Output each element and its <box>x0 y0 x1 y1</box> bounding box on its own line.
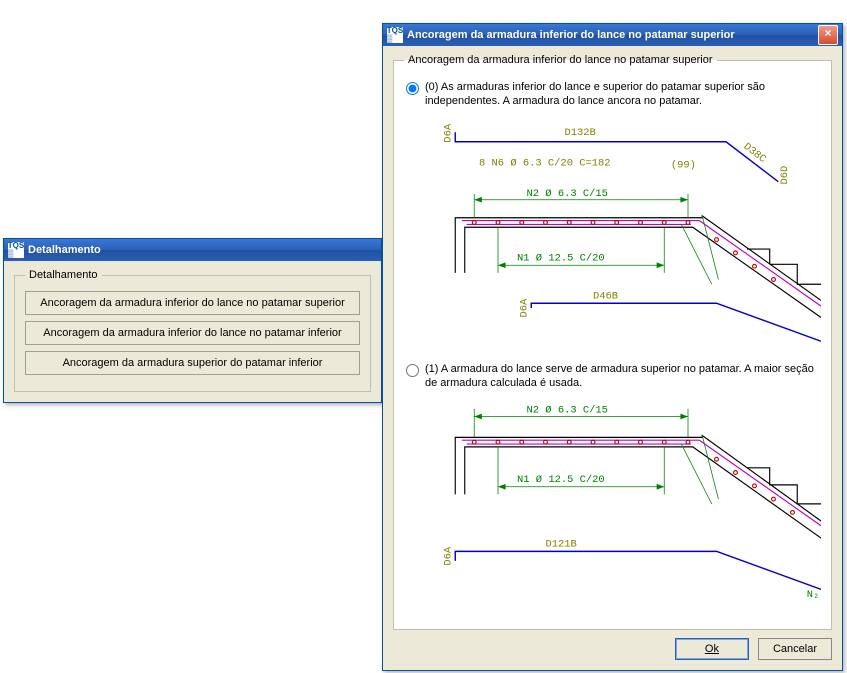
d1-lower-side: D6A <box>443 546 455 566</box>
d0-lower-side: D6A <box>519 298 531 318</box>
ancoragem-group: Ancoragem da armadura inferior do lance … <box>393 54 832 630</box>
option-1-radio[interactable] <box>406 364 419 377</box>
detalhamento-window: TQS▒ Detalhamento Detalhamento Ancoragem… <box>3 238 382 403</box>
cancel-button[interactable]: Cancelar <box>758 638 832 660</box>
option-0-row: (0) As armaduras inferior do lance e sup… <box>404 80 821 108</box>
d0-rebar-dots <box>472 221 775 282</box>
d0-n2-spec: N2 Ø 6.3 C/15 <box>527 188 608 200</box>
detalhamento-group: Detalhamento Ancoragem da armadura infer… <box>14 269 371 392</box>
ok-button-label: Ok <box>705 643 719 655</box>
d1-lower-label: D121B <box>546 539 577 551</box>
option-0-label: (0) As armaduras inferior do lance e sup… <box>425 80 821 108</box>
detalhamento-group-legend: Detalhamento <box>25 269 102 281</box>
d0-bar-spec: 8 N6 Ø 6.3 C/20 C=182 <box>479 158 611 170</box>
d0-top-label: D132B <box>565 127 596 139</box>
d1-n2-spec: N2 Ø 6.3 C/15 <box>527 405 608 417</box>
d1-n1-spec: N1 Ø 12.5 C/20 <box>517 474 605 486</box>
close-icon[interactable]: × <box>818 25 838 45</box>
detalhamento-titlebar: TQS▒ Detalhamento <box>4 239 381 261</box>
ancoragem-titlebar: TQS▒ Ancoragem da armadura inferior do l… <box>383 24 842 46</box>
app-logo-icon: TQS▒ <box>387 27 403 43</box>
ancoragem-group-legend: Ancoragem da armadura inferior do lance … <box>404 54 717 66</box>
d0-lower-label: D46B <box>593 291 618 303</box>
detalhamento-title: Detalhamento <box>28 244 377 256</box>
detalhamento-client: Detalhamento Ancoragem da armadura infer… <box>4 261 381 402</box>
detal-btn-1[interactable]: Ancoragem da armadura inferior do lance … <box>25 321 360 345</box>
d0-side-left: D6A <box>443 123 455 143</box>
app-logo-icon: TQS▒ <box>8 242 24 258</box>
option-1-row: (1) A armadura do lance serve de armadur… <box>404 362 821 390</box>
option-0-radio[interactable] <box>406 82 419 95</box>
option-1-label: (1) A armadura do lance serve de armadur… <box>425 362 821 390</box>
d0-side-right: D6D <box>779 166 791 185</box>
detal-btn-2[interactable]: Ancoragem da armadura superior do patama… <box>25 351 360 375</box>
ok-button[interactable]: Ok <box>675 638 749 660</box>
ancoragem-client: Ancoragem da armadura inferior do lance … <box>383 46 842 670</box>
d1-right-label: N₂ <box>807 589 820 601</box>
ancoragem-title: Ancoragem da armadura inferior do lance … <box>407 29 818 41</box>
d0-n1-spec: N1 Ø 12.5 C/20 <box>517 253 605 265</box>
d0-bar-small: (99) <box>671 159 696 171</box>
dialog-button-bar: Ok Cancelar <box>393 630 832 660</box>
detal-btn-0[interactable]: Ancoragem da armadura inferior do lance … <box>25 291 360 315</box>
ancoragem-window: TQS▒ Ancoragem da armadura inferior do l… <box>382 23 843 671</box>
d0-diag-label: D38C <box>741 141 768 166</box>
option-0-diagram: D6A D132B D38C D6D 8 N6 Ø 6.3 C/20 C=182… <box>422 112 821 352</box>
option-1-diagram: N2 Ø 6.3 C/15 <box>422 394 821 609</box>
